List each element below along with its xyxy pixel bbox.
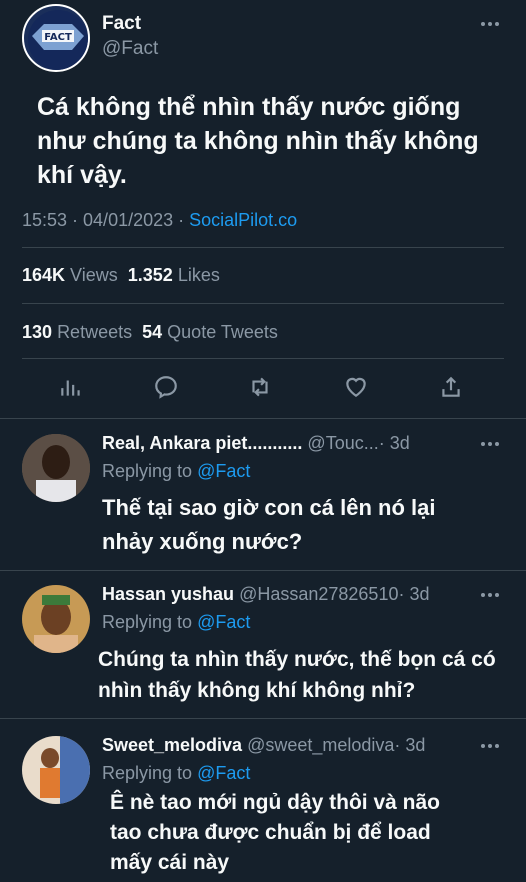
avatar[interactable]	[22, 434, 90, 502]
retweets-link[interactable]: 130 Retweets	[22, 322, 132, 342]
retweet-icon	[252, 377, 268, 397]
reply-header: Real, Ankara piet........... @Touc...· 3…	[102, 433, 410, 454]
retweets-count: 130	[22, 322, 53, 342]
tweet-text-line: như chúng ta không nhìn thấy không	[37, 127, 479, 155]
replying-to-link[interactable]: @Fact	[197, 763, 250, 783]
reply-text-line: nhìn thấy không khí không nhỉ?	[98, 679, 416, 702]
share-button[interactable]	[438, 374, 468, 404]
replying-to-label: Replying to	[102, 461, 198, 481]
reply-author-name[interactable]: Hassan yushau	[102, 584, 234, 604]
timestamp-text[interactable]: 15:53 · 04/01/2023 ·	[22, 210, 189, 230]
author-name[interactable]: Fact	[102, 13, 141, 35]
reply-text-line: tao chưa được chuẩn bị để load	[110, 821, 431, 844]
quotes-count: 54	[142, 322, 163, 342]
tweet-text-line: Cá không thể nhìn thấy nước giống	[37, 93, 461, 121]
replying-to: Replying to @Fact	[102, 763, 250, 784]
more-icon[interactable]	[481, 21, 501, 27]
like-button[interactable]	[343, 374, 373, 404]
fact-logo-icon: FACT	[28, 10, 88, 70]
svg-text:FACT: FACT	[44, 32, 72, 43]
avatar[interactable]	[22, 585, 90, 653]
analytics-icon	[61, 380, 80, 396]
reply-header: Sweet_melodiva @sweet_melodiva· 3d	[102, 735, 425, 756]
avatar-photo-icon	[22, 736, 90, 804]
reply-author-handle[interactable]: @Touc...	[307, 433, 378, 453]
source-link[interactable]: SocialPilot.co	[189, 210, 297, 230]
reply-text-line: mấy cái này	[110, 851, 230, 874]
avatar-photo-icon	[22, 434, 90, 502]
reply-author-name[interactable]: Real, Ankara piet...........	[102, 433, 302, 453]
avatar-photo-icon	[22, 585, 90, 653]
reply-author-handle[interactable]: @sweet_melodiva	[247, 735, 394, 755]
views-likes-stats: 164K Views 1.352 Likes	[22, 265, 220, 286]
share-icon	[442, 376, 460, 397]
quotes-label: Quote Tweets	[167, 322, 278, 342]
reply-age: · 3d	[398, 584, 430, 604]
retweet-button[interactable]	[247, 374, 277, 404]
reply-text-line: Chúng ta nhìn thấy nước, thế bọn cá có	[98, 648, 496, 671]
more-icon[interactable]	[481, 592, 501, 598]
likes-link[interactable]: 1.352 Likes	[128, 265, 220, 285]
replying-to-link[interactable]: @Fact	[197, 461, 250, 481]
replying-to: Replying to @Fact	[102, 461, 250, 482]
reply-text-line: Ê nè tao mới ngủ dậy thôi và não	[110, 791, 440, 814]
reply-author-handle[interactable]: @Hassan27826510	[239, 584, 398, 604]
like-icon	[346, 377, 366, 397]
more-icon[interactable]	[481, 441, 501, 447]
reply-header: Hassan yushau @Hassan27826510· 3d	[102, 584, 430, 605]
author-handle[interactable]: @Fact	[102, 38, 158, 60]
replying-to-link[interactable]: @Fact	[197, 612, 250, 632]
reply-button[interactable]	[153, 374, 183, 404]
likes-label: Likes	[177, 265, 220, 285]
replying-to: Replying to @Fact	[102, 612, 250, 633]
more-icon[interactable]	[481, 743, 501, 749]
reply-author-name[interactable]: Sweet_melodiva	[102, 735, 242, 755]
avatar[interactable]: FACT	[22, 4, 90, 72]
analytics-button[interactable]	[58, 374, 88, 404]
reply-text-line: Thế tại sao giờ con cá lên nó lại	[102, 495, 436, 520]
reply-icon	[155, 376, 177, 399]
reply-text-line: nhảy xuống nước?	[102, 529, 303, 554]
reply-age: · 3d	[378, 433, 410, 453]
tweet-text-line: khí vậy.	[37, 161, 127, 189]
reply-age: · 3d	[394, 735, 426, 755]
quotes-link[interactable]: 54 Quote Tweets	[142, 322, 278, 342]
views-label: Views	[70, 265, 118, 285]
replying-to-label: Replying to	[102, 612, 198, 632]
views-count: 164K	[22, 265, 66, 285]
retweet-quote-stats: 130 Retweets 54 Quote Tweets	[22, 322, 278, 343]
tweet-timestamp: 15:53 · 04/01/2023 · SocialPilot.co	[22, 210, 297, 231]
likes-count: 1.352	[127, 265, 173, 285]
avatar[interactable]	[22, 736, 90, 804]
replying-to-label: Replying to	[102, 763, 198, 783]
retweets-label: Retweets	[57, 322, 133, 342]
